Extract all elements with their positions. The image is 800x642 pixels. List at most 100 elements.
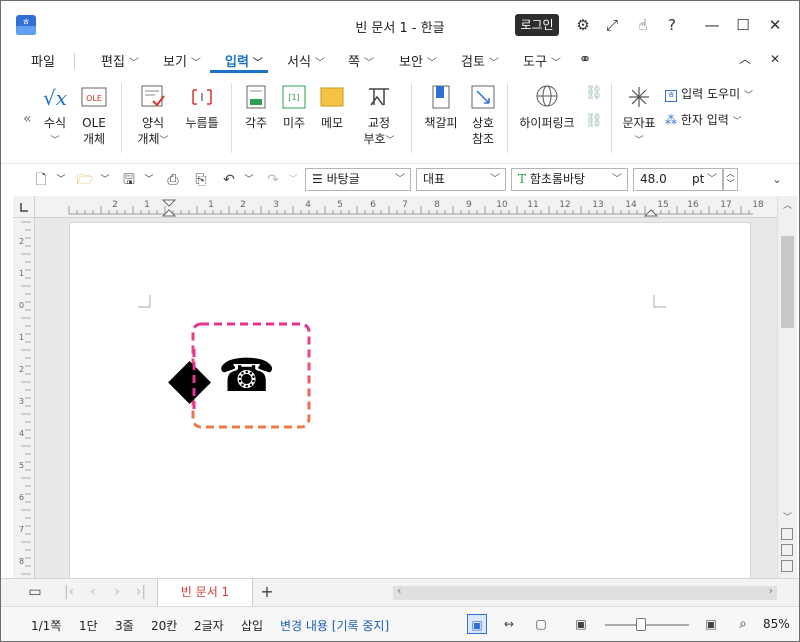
chevron-down-icon[interactable]: ﹀: [51, 170, 71, 190]
touch-mode-hand-icon[interactable]: ☝: [631, 13, 655, 37]
chevron-down-icon: ﹀: [732, 117, 742, 127]
document-page[interactable]: ◆ ☎: [69, 222, 751, 578]
chevron-down-icon[interactable]: ﹀: [283, 170, 303, 190]
memo-button[interactable]: 메모: [317, 83, 347, 131]
menu-tab-edit[interactable]: 편집 ﹀: [101, 51, 139, 70]
toolbar-expand-icon[interactable]: ⌄: [767, 170, 787, 190]
proof-mark-button[interactable]: 교정 부호﹀: [361, 83, 397, 149]
scroll-down-icon[interactable]: ﹀: [783, 510, 792, 523]
maximize-icon[interactable]: ☐: [731, 13, 755, 37]
pushpin-field-icon: [192, 89, 212, 105]
zoom-out-icon[interactable]: ▣: [571, 614, 591, 634]
help-icon[interactable]: ?: [660, 13, 684, 37]
ribbon-scroll-left-icon[interactable]: «: [23, 111, 32, 127]
next-tab-icon[interactable]: ›: [107, 582, 127, 602]
menu-tab-format[interactable]: 서식 ﹀: [287, 51, 325, 70]
zoom-slider-track[interactable]: [605, 624, 689, 626]
scroll-right-icon[interactable]: ›: [769, 584, 773, 597]
redo-icon[interactable]: ↷: [263, 170, 283, 190]
document-panel-icon[interactable]: ▭: [25, 582, 45, 602]
crossref-label: 상호: [471, 116, 495, 130]
status-page[interactable]: 1/1쪽: [31, 617, 61, 634]
vertical-scroll-thumb[interactable]: [781, 236, 794, 328]
chevron-down-icon[interactable]: ﹀: [139, 170, 159, 190]
vertical-scrollbar[interactable]: ︿ ﹀: [777, 196, 797, 578]
font-size-stepper[interactable]: ︿ ﹀: [723, 168, 738, 191]
ole-object-button[interactable]: OLE OLE 개체: [77, 83, 111, 147]
scroll-left-icon[interactable]: ‹: [397, 584, 401, 597]
save-icon[interactable]: 🖫: [119, 170, 139, 190]
footnote-button[interactable]: 각주: [241, 83, 271, 131]
print-preview-icon[interactable]: ⎘: [191, 170, 211, 190]
zoom-magnifier-icon[interactable]: ⌕: [733, 614, 753, 634]
open-folder-icon[interactable]: 🗁: [75, 170, 95, 190]
chevron-down-icon: ﹀: [550, 58, 561, 69]
new-document-icon[interactable]: 🗋: [31, 170, 51, 190]
ruler-tab-selector[interactable]: [13, 196, 35, 218]
next-page-icon[interactable]: [781, 560, 793, 572]
menu-tab-tools[interactable]: 도구 ﹀: [523, 51, 561, 70]
pushpin-field-button[interactable]: 누름틀: [183, 83, 221, 131]
endnote-button[interactable]: [1] 미주: [279, 83, 309, 131]
chevron-down-icon[interactable]: ﹀: [239, 170, 259, 190]
input-helper-button[interactable]: ㅎ 입력 도우미 ﹀: [665, 85, 753, 102]
menu-tab-security[interactable]: 보안 ﹀: [399, 51, 437, 70]
first-line-indent-marker[interactable]: [161, 199, 177, 207]
margin-corner-mark: [138, 295, 151, 308]
telephone-symbol[interactable]: ☎: [218, 348, 275, 402]
zoom-slider-thumb[interactable]: [636, 618, 646, 631]
horizontal-ruler[interactable]: 2 1 1 2 3 4 5 6 7 8 9 10 11 12 13 14 15 16 17 18: [13, 196, 777, 218]
print-icon[interactable]: ⎙: [163, 170, 183, 190]
style-select[interactable]: ☰ 바탕글 ﹀: [305, 168, 411, 191]
last-tab-icon[interactable]: ›|: [131, 582, 151, 602]
ribbon-close-icon[interactable]: ✕: [763, 47, 787, 71]
login-button[interactable]: 로그인: [515, 14, 559, 36]
fit-page-icon[interactable]: ▢: [531, 614, 551, 634]
hyperlink-button[interactable]: 하이퍼링크: [517, 83, 577, 131]
zoom-level[interactable]: 85%: [763, 617, 790, 631]
page-view-mode-icon[interactable]: ▣: [467, 614, 487, 634]
unlink-chain-icon[interactable]: ⛓: [585, 113, 603, 129]
fit-width-icon[interactable]: ↔: [499, 614, 519, 634]
menu-tab-page[interactable]: 쪽 ﹀: [348, 51, 374, 70]
settings-gear-icon[interactable]: ⚙: [571, 13, 595, 37]
bookmark-button[interactable]: 책갈피: [421, 83, 461, 131]
fullscreen-expand-icon[interactable]: ⤢: [600, 13, 624, 37]
hanja-input-button[interactable]: ⁂ 한자 입력 ﹀: [665, 111, 742, 128]
collab-icon[interactable]: ⚭: [573, 47, 597, 71]
equation-button[interactable]: √x 수식 ﹀: [39, 83, 71, 149]
page-view-icon[interactable]: [781, 544, 793, 556]
document-area[interactable]: 2 1 1 2 3 4 5 6 7 8 9 10 11 12 13 14 15 16 17 18 2101234567…: [13, 196, 777, 578]
cross-reference-button[interactable]: 상호 참조: [467, 83, 499, 147]
form-object-button[interactable]: 양식 개체﹀: [135, 83, 171, 149]
font-size-select[interactable]: 48.0 pt ﹀: [633, 168, 723, 191]
link-chain-icon[interactable]: ⛓: [585, 85, 603, 101]
chevron-down-icon[interactable]: ﹀: [95, 170, 115, 190]
tab-document-1[interactable]: 빈 문서 1: [157, 579, 253, 606]
menu-tab-view[interactable]: 보기 ﹀: [163, 51, 201, 70]
undo-icon[interactable]: ↶: [219, 170, 239, 190]
status-track-changes[interactable]: 변경 내용 [기록 중지]: [280, 617, 389, 634]
chevron-down-icon: ﹀: [612, 174, 622, 185]
horizontal-scrollbar[interactable]: ‹ ›: [393, 584, 777, 600]
minimize-icon[interactable]: —: [700, 13, 724, 37]
outline-value: 대표: [423, 172, 446, 186]
prev-page-icon[interactable]: [781, 528, 793, 540]
ribbon-collapse-icon[interactable]: ︿: [733, 47, 757, 71]
zoom-in-icon[interactable]: ▣: [701, 614, 721, 634]
close-icon[interactable]: ✕: [763, 13, 787, 37]
menu-file[interactable]: 파일: [31, 51, 55, 70]
vertical-ruler[interactable]: 2 1 0 1 2 3 4 5 6 7 8: [13, 218, 35, 578]
scroll-up-icon[interactable]: ︿: [783, 198, 792, 211]
charmap-button[interactable]: 문자표 ﹀: [619, 83, 659, 149]
first-tab-icon[interactable]: |‹: [59, 582, 79, 602]
prev-tab-icon[interactable]: ‹: [83, 582, 103, 602]
font-select[interactable]: T 함초롬바탕 ﹀: [511, 168, 628, 191]
outline-select[interactable]: 대표 ﹀: [416, 168, 506, 191]
diamond-symbol[interactable]: ◆: [168, 346, 211, 411]
menu-tab-review[interactable]: 검토 ﹀: [461, 51, 499, 70]
status-insert-mode[interactable]: 삽입: [241, 617, 263, 634]
add-tab-button[interactable]: +: [257, 582, 277, 602]
right-indent-marker[interactable]: [643, 209, 659, 217]
menu-tab-insert[interactable]: 입력 ﹀: [225, 51, 263, 70]
